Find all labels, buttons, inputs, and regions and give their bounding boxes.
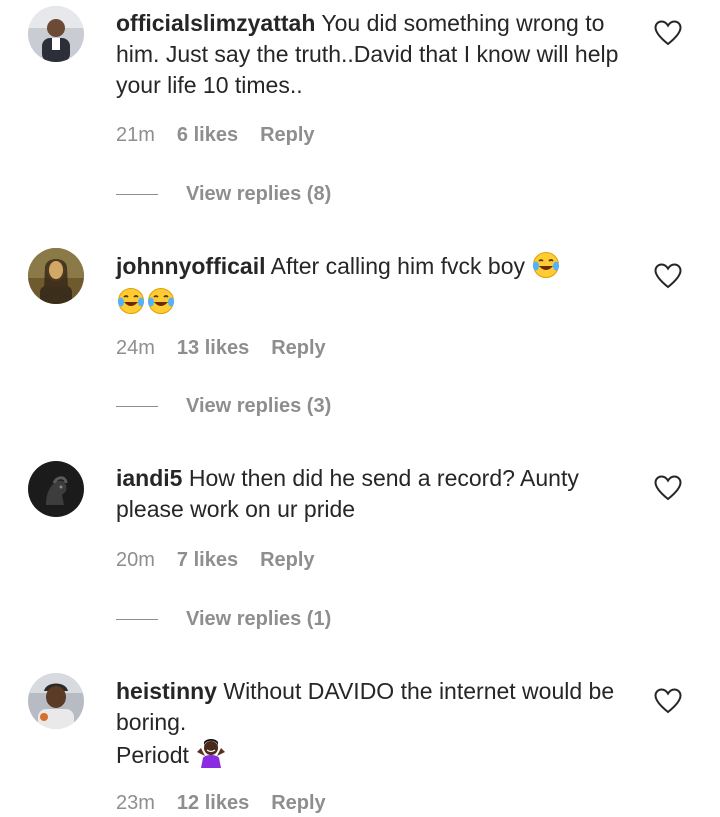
comment-body: How then did he send a record? Aunty ple… [116,465,579,522]
comment-username[interactable]: johnnyofficail [116,253,266,279]
avatar[interactable] [28,6,84,62]
replies-divider [116,193,158,196]
like-heart-icon[interactable] [654,475,682,501]
comment-body: After calling him fvck boy [270,253,525,279]
reply-button[interactable]: Reply [271,337,325,360]
avatar[interactable] [28,461,84,517]
comment-body-line: Periodt [116,742,189,768]
view-replies-label[interactable]: View replies (8) [186,183,331,206]
comment-likes[interactable]: 7 likes [177,549,238,572]
view-replies-button[interactable]: View replies (8) [116,183,331,206]
comment-meta: 23m 12 likes Reply [116,792,326,815]
comment-text-block: johnnyofficail After calling him fvck bo… [116,251,636,323]
like-heart-icon[interactable] [654,20,682,46]
view-replies-button[interactable]: View replies (1) [116,608,331,631]
comment-text-block: officialslimzyattah You did something wr… [116,8,636,101]
reply-button[interactable]: Reply [260,549,314,572]
comment-meta: 20m 7 likes Reply [116,549,315,572]
comment-timestamp: 20m [116,549,155,571]
comment-username[interactable]: heistinny [116,678,217,704]
view-replies-label[interactable]: View replies (1) [186,608,331,631]
reply-button[interactable]: Reply [271,792,325,815]
comment-username[interactable]: iandi5 [116,465,182,491]
comment-username[interactable]: officialslimzyattah [116,10,315,36]
person-shrugging-emoji-icon [195,738,227,776]
view-replies-button[interactable]: View replies (3) [116,395,331,418]
replies-divider [116,405,158,408]
replies-divider [116,618,158,621]
like-heart-icon[interactable] [654,263,682,289]
comment-text-block: iandi5 How then did he send a record? Au… [116,463,636,525]
avatar[interactable] [28,673,84,729]
laughing-emoji-icon [146,287,176,323]
comment-timestamp: 21m [116,124,155,146]
laughing-emoji-icon [116,287,146,323]
comment-text-block: heistinny Without DAVIDO the internet wo… [116,676,636,776]
laughing-emoji-icon [531,251,561,287]
comment-likes[interactable]: 6 likes [177,124,238,147]
comment-likes[interactable]: 13 likes [177,337,249,360]
comment-meta: 21m 6 likes Reply [116,124,315,147]
reply-button[interactable]: Reply [260,124,314,147]
view-replies-label[interactable]: View replies (3) [186,395,331,418]
comment-timestamp: 24m [116,337,155,359]
comment-likes[interactable]: 12 likes [177,792,249,815]
avatar[interactable] [28,248,84,304]
comment-timestamp: 23m [116,792,155,814]
like-heart-icon[interactable] [654,688,682,714]
comment-meta: 24m 13 likes Reply [116,337,326,360]
